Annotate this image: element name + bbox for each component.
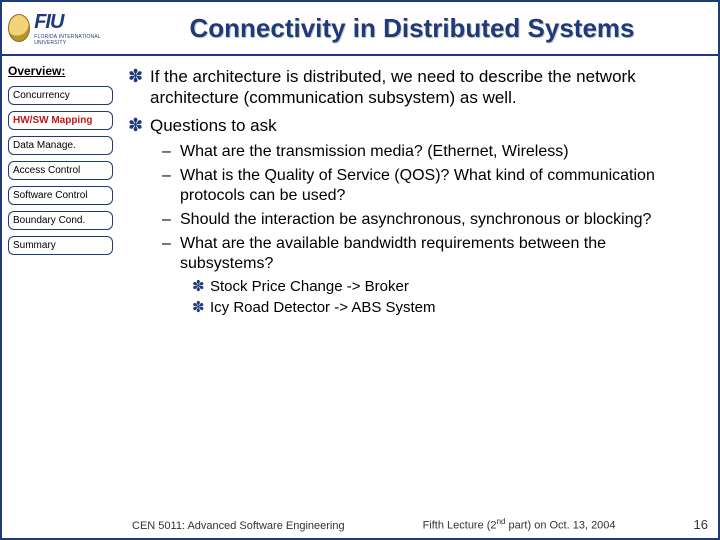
- content-area: ✽ If the architecture is distributed, we…: [120, 56, 718, 538]
- sub-bullet-text: What is the Quality of Service (QOS)? Wh…: [180, 166, 700, 206]
- sidebar-item-software-control[interactable]: Software Control: [8, 186, 113, 205]
- sidebar-item-concurrency[interactable]: Concurrency: [8, 86, 113, 105]
- asterisk-icon: ✽: [128, 66, 150, 109]
- dash-icon: –: [162, 234, 180, 274]
- sub-bullet: – What are the available bandwidth requi…: [162, 234, 700, 274]
- bullet-2-text: Questions to ask: [150, 115, 700, 137]
- footer-lecture: Fifth Lecture (2nd part) on Oct. 13, 200…: [345, 517, 694, 532]
- footer-course: CEN 5011: Advanced Software Engineering: [132, 520, 345, 532]
- sub-bullet: – Should the interaction be asynchronous…: [162, 210, 700, 230]
- sidebar: Overview: Concurrency HW/SW Mapping Data…: [2, 56, 120, 538]
- sub-sub-bullet: ✽ Stock Price Change -> Broker: [192, 278, 700, 297]
- asterisk-icon: ✽: [192, 278, 210, 297]
- sidebar-item-hwsw-mapping[interactable]: HW/SW Mapping: [8, 111, 113, 130]
- footer-lecture-a: Fifth Lecture (2: [423, 520, 497, 532]
- sub-bullet-text: Should the interaction be asynchronous, …: [180, 210, 700, 230]
- dash-icon: –: [162, 142, 180, 162]
- sidebar-item-data-manage[interactable]: Data Manage.: [8, 136, 113, 155]
- bullet-1: ✽ If the architecture is distributed, we…: [128, 66, 700, 109]
- sub-sub-text: Icy Road Detector -> ABS System: [210, 299, 700, 318]
- sub-sub-bullet: ✽ Icy Road Detector -> ABS System: [192, 299, 700, 318]
- sidebar-item-access-control[interactable]: Access Control: [8, 161, 113, 180]
- sidebar-heading: Overview:: [8, 64, 113, 78]
- fiu-logo: FIU FLORIDA INTERNATIONAL UNIVERSITY: [8, 8, 112, 48]
- asterisk-icon: ✽: [192, 299, 210, 318]
- footer-page-number: 16: [694, 517, 708, 532]
- sub-bullet: – What are the transmission media? (Ethe…: [162, 142, 700, 162]
- sub-sub-text: Stock Price Change -> Broker: [210, 278, 700, 297]
- logo-text: FIU: [34, 11, 112, 34]
- bullet-2: ✽ Questions to ask: [128, 115, 700, 137]
- sub-bullet-text: What are the transmission media? (Ethern…: [180, 142, 700, 162]
- slide-frame: FIU FLORIDA INTERNATIONAL UNIVERSITY Con…: [0, 0, 720, 540]
- sidebar-item-boundary-cond[interactable]: Boundary Cond.: [8, 211, 113, 230]
- sub-bullet-text: What are the available bandwidth require…: [180, 234, 700, 274]
- sub-list: – What are the transmission media? (Ethe…: [162, 142, 700, 318]
- sub-bullet: – What is the Quality of Service (QOS)? …: [162, 166, 700, 206]
- footer-lecture-b: part) on Oct. 13, 2004: [505, 520, 615, 532]
- bullet-1-text: If the architecture is distributed, we n…: [150, 66, 700, 109]
- dash-icon: –: [162, 210, 180, 230]
- slide-footer: CEN 5011: Advanced Software Engineering …: [2, 517, 718, 532]
- sub-sub-list: ✽ Stock Price Change -> Broker ✽ Icy Roa…: [192, 278, 700, 318]
- asterisk-icon: ✽: [128, 115, 150, 137]
- logo-subtext: FLORIDA INTERNATIONAL UNIVERSITY: [34, 34, 112, 46]
- dash-icon: –: [162, 166, 180, 206]
- slide-body: Overview: Concurrency HW/SW Mapping Data…: [2, 56, 718, 538]
- page-title: Connectivity in Distributed Systems: [112, 13, 712, 44]
- title-bar: FIU FLORIDA INTERNATIONAL UNIVERSITY Con…: [2, 2, 718, 56]
- sidebar-item-summary[interactable]: Summary: [8, 236, 113, 255]
- seal-icon: [8, 14, 30, 42]
